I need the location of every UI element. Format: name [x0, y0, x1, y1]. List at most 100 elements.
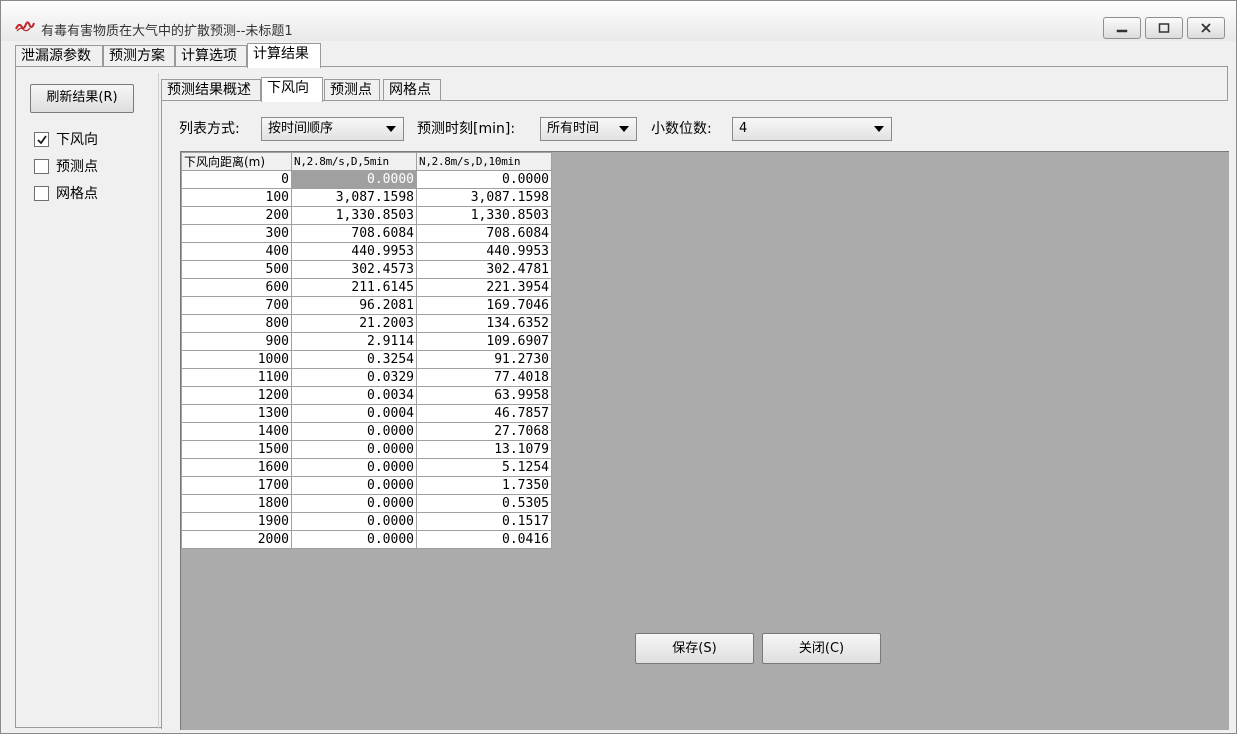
table-row[interactable]: 500 302.4573 302.4781 — [181, 260, 552, 279]
row-header-distance[interactable]: 100 — [181, 188, 292, 207]
table-cell[interactable]: 1,330.8503 — [291, 206, 417, 225]
maximize-button[interactable] — [1145, 17, 1183, 39]
table-cell[interactable]: 0.0000 — [416, 170, 552, 189]
table-row[interactable]: 1000 0.3254 91.2730 — [181, 350, 552, 369]
checkbox-grid-point-box[interactable] — [34, 186, 49, 201]
table-cell[interactable]: 1.7350 — [416, 476, 552, 495]
table-cell[interactable]: 13.1079 — [416, 440, 552, 459]
table-row[interactable]: 1300 0.0004 46.7857 — [181, 404, 552, 423]
table-row[interactable]: 100 3,087.1598 3,087.1598 — [181, 188, 552, 207]
title-bar[interactable]: 有毒有害物质在大气中的扩散预测--未标题1 — [1, 1, 1236, 41]
table-row[interactable]: 1200 0.0034 63.9958 — [181, 386, 552, 405]
table-row[interactable]: 1900 0.0000 0.1517 — [181, 512, 552, 531]
table-cell[interactable]: 0.0329 — [291, 368, 417, 387]
table-cell[interactable]: 0.0000 — [291, 170, 417, 189]
row-header-distance[interactable]: 600 — [181, 278, 292, 297]
table-cell[interactable]: 3,087.1598 — [416, 188, 552, 207]
row-header-distance[interactable]: 1400 — [181, 422, 292, 441]
table-cell[interactable]: 0.0000 — [291, 422, 417, 441]
row-header-distance[interactable]: 400 — [181, 242, 292, 261]
table-cell[interactable]: 96.2081 — [291, 296, 417, 315]
table-cell[interactable]: 0.0416 — [416, 530, 552, 549]
table-cell[interactable]: 21.2003 — [291, 314, 417, 333]
table-cell[interactable]: 0.0000 — [291, 530, 417, 549]
table-cell[interactable]: 1,330.8503 — [416, 206, 552, 225]
table-cell[interactable]: 0.0004 — [291, 404, 417, 423]
table-row[interactable]: 900 2.9114 109.6907 — [181, 332, 552, 351]
table-cell[interactable]: 302.4573 — [291, 260, 417, 279]
table-row[interactable]: 800 21.2003 134.6352 — [181, 314, 552, 333]
table-row[interactable]: 600 211.6145 221.3954 — [181, 278, 552, 297]
table-cell[interactable]: 0.1517 — [416, 512, 552, 531]
row-header-distance[interactable]: 300 — [181, 224, 292, 243]
table-row[interactable]: 0 0.0000 0.0000 — [181, 170, 552, 189]
row-header-distance[interactable]: 1900 — [181, 512, 292, 531]
table-row[interactable]: 400 440.9953 440.9953 — [181, 242, 552, 261]
table-cell[interactable]: 2.9114 — [291, 332, 417, 351]
table-row[interactable]: 1400 0.0000 27.7068 — [181, 422, 552, 441]
table-cell[interactable]: 0.5305 — [416, 494, 552, 513]
tab-results-overview[interactable]: 预测结果概述 — [161, 79, 261, 101]
table-cell[interactable]: 3,087.1598 — [291, 188, 417, 207]
row-header-distance[interactable]: 1000 — [181, 350, 292, 369]
table-cell[interactable]: 91.2730 — [416, 350, 552, 369]
row-header-distance[interactable]: 1800 — [181, 494, 292, 513]
checkbox-prediction-point-box[interactable] — [34, 159, 49, 174]
table-cell[interactable]: 0.0000 — [291, 440, 417, 459]
table-cell[interactable]: 0.0034 — [291, 386, 417, 405]
table-row[interactable]: 300 708.6084 708.6084 — [181, 224, 552, 243]
downwind-results-table[interactable]: 下风向距离(m) N,2.8m/s,D,5min N,2.8m/s,D,10mi… — [181, 152, 552, 549]
table-cell[interactable]: 134.6352 — [416, 314, 552, 333]
tab-grid-points[interactable]: 网格点 — [383, 79, 441, 101]
column-header-10min[interactable]: N,2.8m/s,D,10min — [416, 152, 552, 171]
prediction-time-select[interactable]: 所有时间 — [540, 117, 637, 141]
close-dialog-button[interactable]: 关闭(C) — [762, 633, 881, 664]
table-cell[interactable]: 109.6907 — [416, 332, 552, 351]
tab-calc-options[interactable]: 计算选项 — [175, 45, 247, 67]
table-cell[interactable]: 0.0000 — [291, 476, 417, 495]
row-header-distance[interactable]: 1100 — [181, 368, 292, 387]
table-cell[interactable]: 0.0000 — [291, 512, 417, 531]
save-button[interactable]: 保存(S) — [635, 633, 754, 664]
row-header-distance[interactable]: 200 — [181, 206, 292, 225]
table-cell[interactable]: 302.4781 — [416, 260, 552, 279]
row-header-distance[interactable]: 2000 — [181, 530, 292, 549]
column-header-distance[interactable]: 下风向距离(m) — [181, 152, 292, 171]
table-cell[interactable]: 27.7068 — [416, 422, 552, 441]
row-header-distance[interactable]: 1500 — [181, 440, 292, 459]
tab-downwind[interactable]: 下风向 — [261, 77, 323, 102]
table-cell[interactable]: 0.0000 — [291, 494, 417, 513]
decimals-select[interactable]: 4 — [732, 117, 892, 141]
row-header-distance[interactable]: 900 — [181, 332, 292, 351]
table-cell[interactable]: 708.6084 — [416, 224, 552, 243]
table-cell[interactable]: 440.9953 — [291, 242, 417, 261]
row-header-distance[interactable]: 0 — [181, 170, 292, 189]
tab-prediction-points[interactable]: 预测点 — [324, 79, 380, 101]
row-header-distance[interactable]: 700 — [181, 296, 292, 315]
checkbox-downwind-box[interactable] — [34, 132, 49, 147]
refresh-results-button[interactable]: 刷新结果(R) — [30, 84, 134, 113]
table-cell[interactable]: 440.9953 — [416, 242, 552, 261]
table-row[interactable]: 200 1,330.8503 1,330.8503 — [181, 206, 552, 225]
tab-prediction-plan[interactable]: 预测方案 — [103, 45, 175, 67]
minimize-button[interactable] — [1103, 17, 1141, 39]
table-cell[interactable]: 46.7857 — [416, 404, 552, 423]
row-header-distance[interactable]: 800 — [181, 314, 292, 333]
table-row[interactable]: 1800 0.0000 0.5305 — [181, 494, 552, 513]
tab-leak-source[interactable]: 泄漏源参数 — [15, 45, 103, 67]
table-row[interactable]: 1700 0.0000 1.7350 — [181, 476, 552, 495]
row-header-distance[interactable]: 500 — [181, 260, 292, 279]
table-cell[interactable]: 5.1254 — [416, 458, 552, 477]
table-cell[interactable]: 63.9958 — [416, 386, 552, 405]
row-header-distance[interactable]: 1600 — [181, 458, 292, 477]
close-button[interactable] — [1187, 17, 1225, 39]
table-row[interactable]: 1500 0.0000 13.1079 — [181, 440, 552, 459]
table-row[interactable]: 1600 0.0000 5.1254 — [181, 458, 552, 477]
list-mode-select[interactable]: 按时间顺序 — [261, 117, 404, 141]
table-cell[interactable]: 221.3954 — [416, 278, 552, 297]
table-cell[interactable]: 708.6084 — [291, 224, 417, 243]
table-cell[interactable]: 169.7046 — [416, 296, 552, 315]
table-cell[interactable]: 77.4018 — [416, 368, 552, 387]
row-header-distance[interactable]: 1300 — [181, 404, 292, 423]
column-header-5min[interactable]: N,2.8m/s,D,5min — [291, 152, 417, 171]
